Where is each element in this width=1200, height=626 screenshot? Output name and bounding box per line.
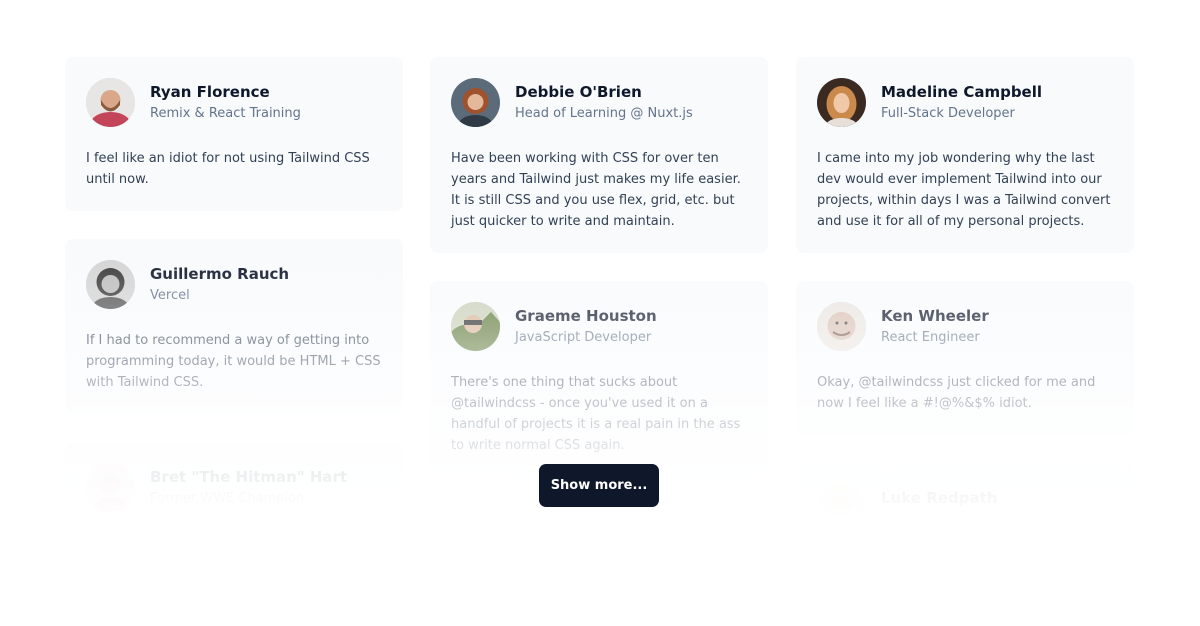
testimonial-card: Ken Wheeler React Engineer Okay, @tailwi… — [796, 281, 1134, 435]
testimonial-author: Bret "The Hitman" Hart Former WWE Champi… — [86, 463, 382, 512]
testimonial-card: Bret "The Hitman" Hart Former WWE Champi… — [65, 442, 403, 533]
show-more-button[interactable]: Show more... — [539, 464, 659, 507]
testimonial-author: Aaron Bushnell — [451, 526, 747, 575]
testimonial-column-2: Debbie O'Brien Head of Learning @ Nuxt.j… — [430, 57, 768, 624]
author-name: Graeme Houston — [515, 307, 657, 325]
author-name: Ken Wheeler — [881, 307, 989, 325]
testimonial-card: Graeme Houston JavaScript Developer Ther… — [430, 281, 768, 477]
testimonial-card: Aaron Bushnell — [430, 505, 768, 596]
avatar — [451, 78, 500, 127]
testimonial-card: Guillermo Rauch Vercel If I had to recom… — [65, 239, 403, 414]
testimonial-quote: There's one thing that sucks about @tail… — [451, 375, 741, 453]
testimonial-column-1: Ryan Florence Remix & React Training I f… — [65, 57, 403, 561]
author-role: Vercel — [150, 288, 190, 303]
testimonial-quote: Have been working with CSS for over ten … — [451, 151, 741, 229]
avatar — [817, 78, 866, 127]
testimonial-quote: I feel like an idiot for not using Tailw… — [86, 151, 370, 187]
avatar — [86, 463, 135, 512]
testimonial-quote: I came into my job wondering why the las… — [817, 151, 1111, 229]
author-name: Ryan Florence — [150, 83, 270, 101]
avatar-guillermo-rauch-image — [86, 260, 135, 309]
author-name: Luke Redpath — [881, 489, 998, 507]
author-name: Madeline Campbell — [881, 83, 1043, 101]
author-role: JavaScript Developer — [515, 330, 652, 345]
author-name: Aaron Bushnell — [515, 541, 644, 560]
testimonial-author: Ken Wheeler React Engineer — [817, 302, 1113, 351]
avatar — [86, 78, 135, 127]
avatar-madeline-campbell-image — [817, 78, 866, 127]
author-role: Full-Stack Developer — [881, 106, 1015, 121]
author-name: Bret "The Hitman" Hart — [150, 468, 348, 486]
testimonials-section: Ryan Florence Remix & React Training I f… — [0, 0, 1200, 626]
author-name: Debbie O'Brien — [515, 83, 642, 101]
testimonial-column-3: Madeline Campbell Full-Stack Developer I… — [796, 57, 1134, 582]
testimonial-author: Luke Redpath Ruby & iOS Developer — [817, 484, 1113, 533]
avatar-aaron-bushnell-image — [451, 526, 500, 575]
testimonial-author: Graeme Houston JavaScript Developer — [451, 302, 747, 351]
author-role: Head of Learning @ Nuxt.js — [515, 106, 693, 121]
avatar — [817, 302, 866, 351]
author-role: Remix & React Training — [150, 106, 301, 121]
author-name: Guillermo Rauch — [150, 265, 290, 283]
author-role: Ruby & iOS Developer — [881, 512, 1026, 527]
avatar-ryan-florence-image — [86, 78, 135, 127]
testimonial-author: Ryan Florence Remix & React Training — [86, 78, 382, 127]
avatar — [86, 260, 135, 309]
author-role: React Engineer — [881, 330, 980, 345]
author-role: Former WWE Champion — [150, 491, 305, 506]
avatar-luke-redpath-image — [817, 484, 866, 533]
avatar — [451, 302, 500, 351]
avatar — [817, 484, 866, 533]
avatar — [451, 526, 500, 575]
avatar-debbie-obrien-image — [451, 78, 500, 127]
avatar-graeme-houston-image — [451, 302, 500, 351]
testimonial-quote: If I had to recommend a way of getting i… — [86, 333, 381, 390]
testimonial-card: Madeline Campbell Full-Stack Developer I… — [796, 57, 1134, 253]
testimonial-card: Luke Redpath Ruby & iOS Developer — [796, 463, 1134, 554]
testimonial-author: Madeline Campbell Full-Stack Developer — [817, 78, 1113, 127]
testimonial-author: Debbie O'Brien Head of Learning @ Nuxt.j… — [451, 78, 747, 127]
testimonial-quote: Okay, @tailwindcss just clicked for me a… — [817, 375, 1096, 411]
testimonial-card: Debbie O'Brien Head of Learning @ Nuxt.j… — [430, 57, 768, 253]
avatar-bret-hart-image — [86, 463, 135, 512]
avatar-ken-wheeler-image — [817, 302, 866, 351]
testimonial-card: Ryan Florence Remix & React Training I f… — [65, 57, 403, 211]
testimonial-author: Guillermo Rauch Vercel — [86, 260, 382, 309]
